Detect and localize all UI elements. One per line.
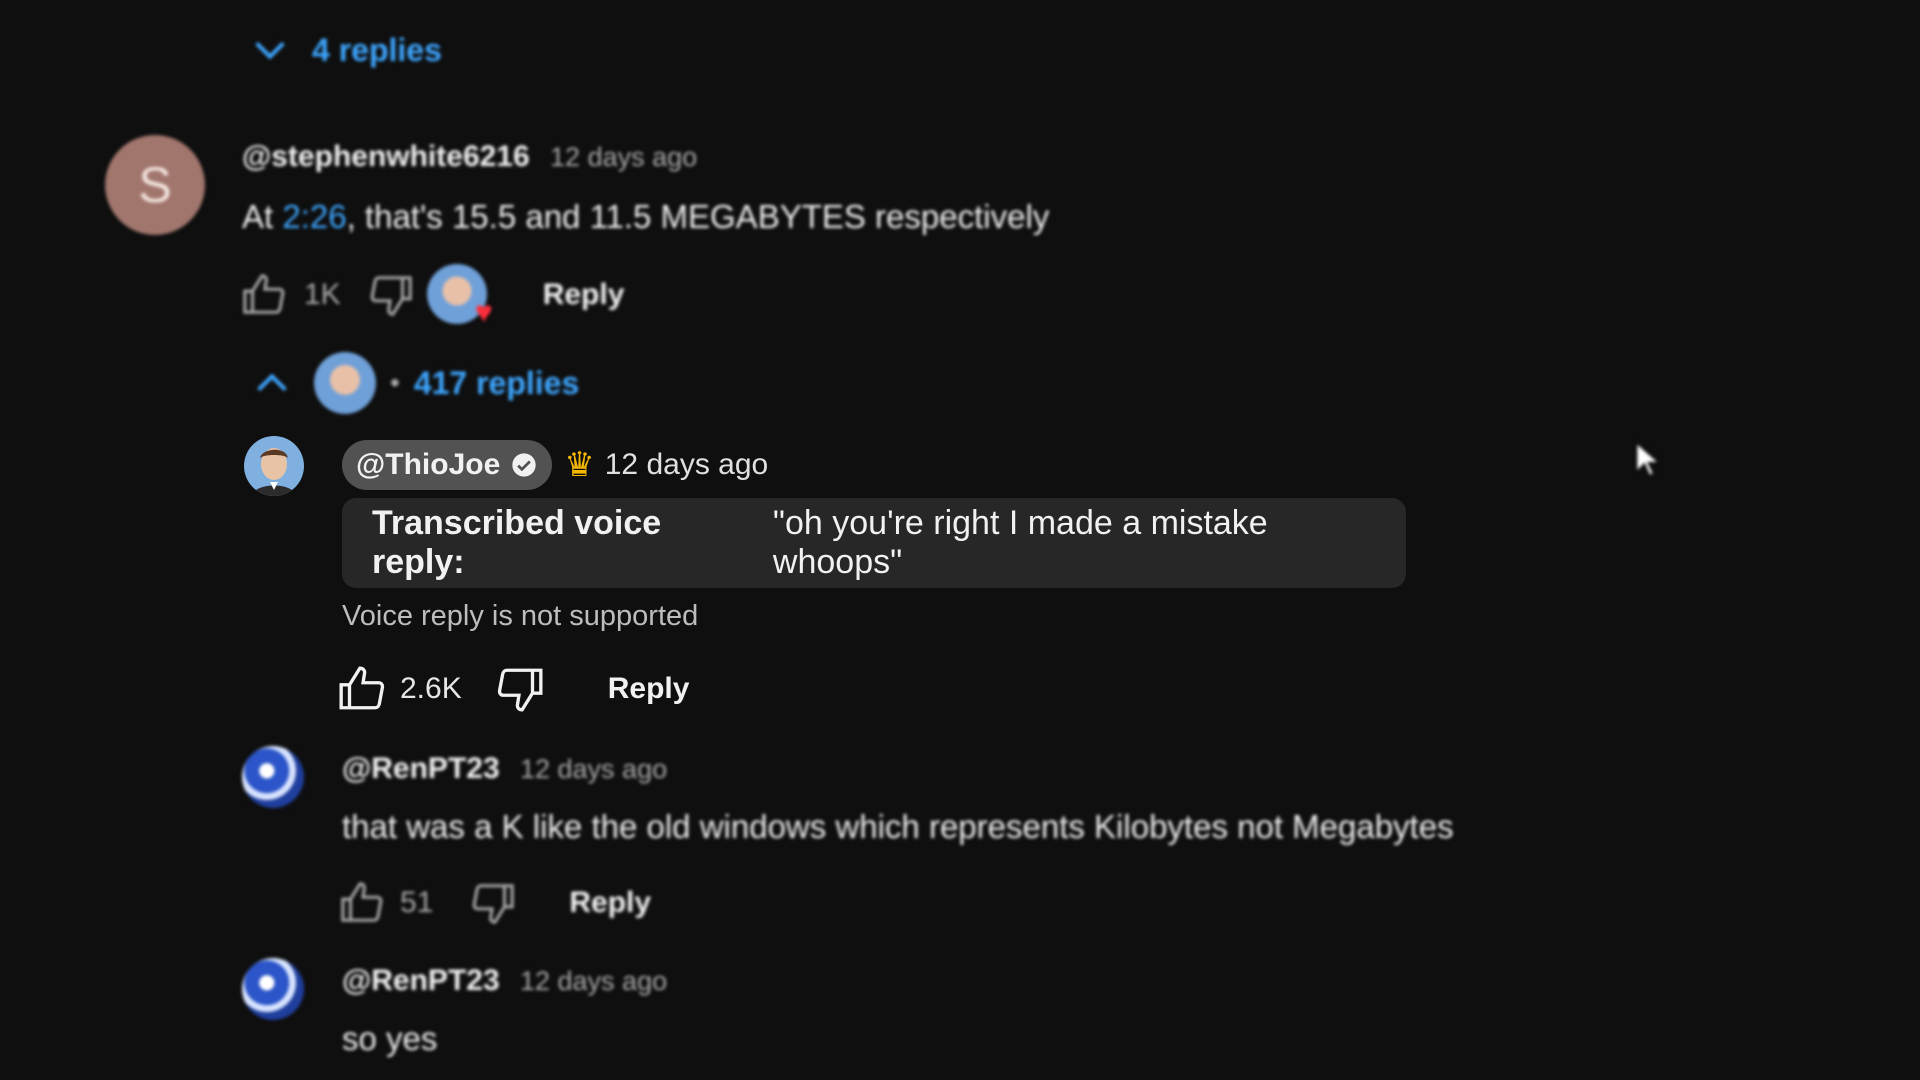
comment-timestamp[interactable]: 12 days ago [520,966,667,996]
video-timestamp-link[interactable]: 2:26 [282,198,346,235]
mouse-pointer-icon [1635,441,1660,477]
voice-unsupported-note: Voice reply is not supported [342,600,699,632]
comment-timestamp[interactable]: 12 days ago [605,448,768,482]
reply-button[interactable]: Reply [543,278,625,312]
thumbs-up-icon [341,882,383,922]
comment-text-suffix: , that's 15.5 and 11.5 MEGABYTES respect… [346,198,1050,235]
thumbs-down-icon [370,276,412,316]
comment-action-bar: 1K ♥ Reply [238,264,625,328]
avatar-letter: S [138,157,172,213]
avatar[interactable] [244,436,304,496]
avatar[interactable] [242,958,304,1020]
comment-text: that was a K like the old windows which … [342,808,1454,845]
comment-header: @RenPT23 12 days ago [342,752,667,786]
like-count: 51 [400,886,434,919]
like-button[interactable] [336,663,388,715]
heart-icon: ♥ [474,296,493,329]
separator-dot: • [390,367,400,398]
like-count: 1K [304,278,341,311]
comment-action-bar: 2.6K Reply [336,660,689,718]
transcript-text: "oh you're right I made a mistake whoops… [772,504,1268,581]
chevron-up-icon [257,373,287,392]
view-replies-toggle[interactable]: 4 replies [250,30,442,70]
avatar[interactable] [242,746,304,808]
dislike-button[interactable] [467,877,519,929]
comment-text: so yes [342,1020,438,1057]
avatar[interactable]: S [105,135,205,235]
creator-author-chip[interactable]: @ThioJoe [342,440,553,490]
thumbs-down-icon [497,668,543,712]
verified-check-icon [512,453,536,477]
like-button[interactable] [336,877,388,929]
comment-timestamp[interactable]: 12 days ago [550,142,697,172]
comment-header: @stephenwhite6216 12 days ago [242,140,697,174]
replies-count-label: 4 replies [312,31,442,68]
creator-avatar-image [244,436,304,496]
comment-author-link[interactable]: @ThioJoe [356,448,500,482]
comment-author-link[interactable]: @stephenwhite6216 [242,140,530,173]
reply-button[interactable]: Reply [608,672,690,706]
comment-author-link[interactable]: @RenPT23 [342,752,500,785]
chevron-down-icon [255,41,285,60]
transcript-lead: Transcribed voice reply: [372,504,662,581]
thumbs-down-icon [473,884,515,924]
thumbs-up-icon [339,666,385,710]
hide-replies-toggle[interactable]: • 417 replies [252,352,579,414]
dislike-button[interactable] [365,269,417,321]
comment-action-bar: 51 Reply [336,874,651,932]
comment-header: @ThioJoe ♛ 12 days ago [342,440,768,490]
creator-avatar [314,352,376,414]
thumbs-up-icon [243,274,285,314]
like-count: 2.6K [400,672,462,705]
voice-reply-transcript: Transcribed voice reply: "oh you're righ… [342,498,1406,588]
comment-timestamp[interactable]: 12 days ago [520,754,667,784]
reply-button[interactable]: Reply [569,886,651,920]
dislike-button[interactable] [494,663,546,715]
like-button[interactable] [238,269,290,321]
crown-icon: ♛ [564,446,595,484]
comment-header: @RenPT23 12 days ago [342,964,667,998]
comment-author-link[interactable]: @RenPT23 [342,964,500,997]
replies-count-label: 417 replies [413,364,580,401]
creator-heart-badge: ♥ [426,264,493,328]
comment-text: At 2:26, that's 15.5 and 11.5 MEGABYTES … [242,198,1049,236]
comment-text-prefix: At [242,198,283,235]
